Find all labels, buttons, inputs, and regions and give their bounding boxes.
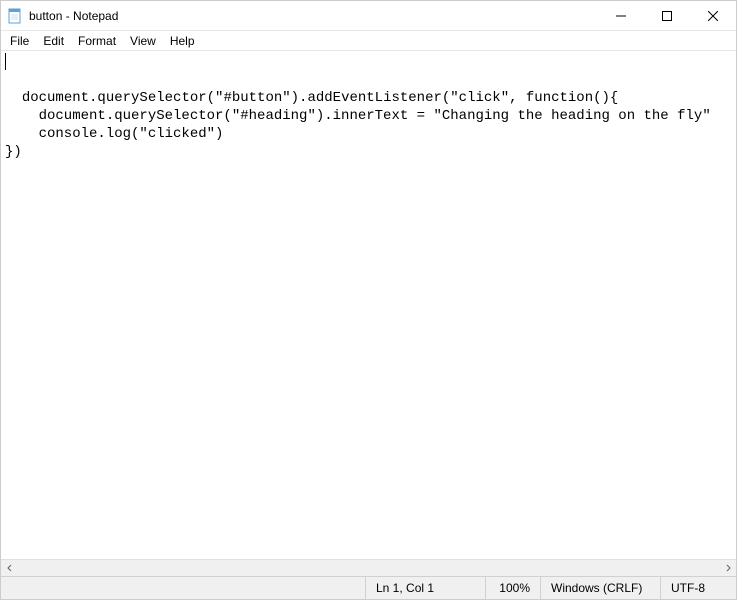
status-spacer	[1, 577, 366, 599]
close-button[interactable]	[690, 1, 736, 30]
menu-file[interactable]: File	[3, 32, 36, 50]
menu-view[interactable]: View	[123, 32, 163, 50]
status-encoding: UTF-8	[661, 577, 736, 599]
text-caret	[5, 53, 6, 70]
status-eol: Windows (CRLF)	[541, 577, 661, 599]
window-controls	[598, 1, 736, 30]
window-title: button - Notepad	[29, 9, 598, 23]
text-editor[interactable]: document.querySelector("#button").addEve…	[1, 51, 736, 559]
status-position: Ln 1, Col 1	[366, 577, 486, 599]
menu-edit[interactable]: Edit	[36, 32, 71, 50]
scroll-left-icon[interactable]	[1, 560, 18, 577]
maximize-button[interactable]	[644, 1, 690, 30]
titlebar[interactable]: button - Notepad	[1, 1, 736, 31]
statusbar: Ln 1, Col 1 100% Windows (CRLF) UTF-8	[1, 576, 736, 599]
scroll-right-icon[interactable]	[719, 560, 736, 577]
menubar: File Edit Format View Help	[1, 31, 736, 51]
menu-help[interactable]: Help	[163, 32, 202, 50]
status-zoom: 100%	[486, 577, 541, 599]
menu-format[interactable]: Format	[71, 32, 123, 50]
editor-content: document.querySelector("#button").addEve…	[5, 90, 711, 160]
minimize-button[interactable]	[598, 1, 644, 30]
notepad-icon	[7, 8, 23, 24]
horizontal-scrollbar[interactable]	[1, 559, 736, 576]
